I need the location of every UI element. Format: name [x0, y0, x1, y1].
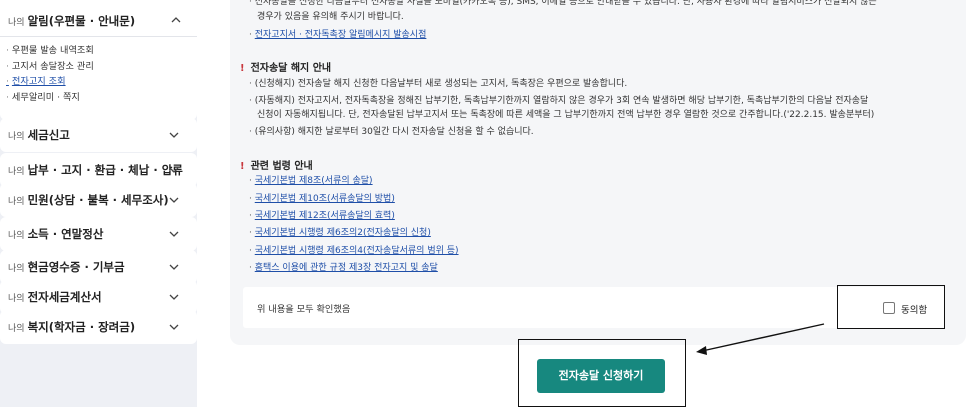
- law-section-title-text: 관련 법령 안내: [250, 161, 313, 172]
- cancel-item-2: (자동해지) 전자고지서, 전자독촉장을 정해진 납부기한, 독촉납부기한까지 …: [249, 95, 869, 109]
- confirm-text: 위 내용을 모두 확인했음: [257, 304, 351, 315]
- law-link-row: 국세기본법 제10조(서류송달의 방법): [249, 193, 395, 207]
- sidebar-item-delivery-address[interactable]: 고지서 송달장소 관리: [6, 59, 94, 75]
- sidebar-group-alerts: 나의 알림(우편물 · 안내문) 우편물 발송 내역조회 고지서 송달장소 관리…: [0, 0, 197, 120]
- sidebar-group-title: 알림(우편물 · 안내문): [27, 14, 136, 28]
- law-section-title: ! 관련 법령 안내: [240, 157, 313, 172]
- cancel-section-title-text: 전자송달 해지 안내: [250, 63, 332, 74]
- sidebar-group-prefix: 나의: [8, 131, 25, 142]
- cancel-item-1: (신청해지) 전자송달 해지 신청한 다음날부터 새로 생성되는 고지서, 독촉…: [249, 78, 628, 92]
- alert-timing-link[interactable]: 전자고지서 · 전자독촉장 알림메시지 발송시점: [255, 30, 427, 40]
- chevron-down-icon[interactable]: [169, 262, 179, 272]
- sidebar-group-prefix: 나의: [8, 263, 25, 274]
- sidebar-group-payment[interactable]: 나의 납부 · 고지 · 환급 · 체납 · 압류: [0, 153, 197, 187]
- intro-link-row: 전자고지서 · 전자독촉장 알림메시지 발송시점: [249, 29, 427, 43]
- sidebar-sub-list: 우편물 발송 내역조회 고지서 송달장소 관리 전자고지 조회 세무알리미 · …: [6, 43, 94, 105]
- chevron-down-icon[interactable]: [169, 130, 179, 140]
- sidebar-item-e-notice[interactable]: 전자고지 조회: [6, 74, 94, 90]
- intro-text-line1: 전자송달을 신청한 다음날부터 전자송달 사실을 모바일(카카오톡 등), SM…: [249, 0, 877, 10]
- sidebar-group-title: 민원(상담 · 불복 · 세무조사): [27, 193, 169, 207]
- sidebar-group-prefix: 나의: [8, 166, 25, 177]
- law-link-5[interactable]: 국세기본법 시행령 제6조의4(전자송달서류의 범위 등): [255, 246, 459, 256]
- section-mark-icon: !: [240, 63, 245, 74]
- law-link-6[interactable]: 홈택스 이용에 관한 규정 제3장 전자고지 및 송달: [255, 263, 438, 273]
- sidebar-group-cash-receipt[interactable]: 나의 현금영수증 · 기부금: [0, 250, 197, 284]
- sidebar-group-prefix: 나의: [8, 323, 25, 334]
- cancel-section-title: ! 전자송달 해지 안내: [240, 59, 331, 74]
- chevron-down-icon[interactable]: [169, 292, 179, 302]
- sidebar-group-e-invoice[interactable]: 나의 전자세금계산서: [0, 280, 197, 314]
- sidebar-group-title: 복지(학자금 · 장려금): [27, 320, 136, 334]
- intro-text-line2: 경우가 있음을 유의해 주시기 바랍니다.: [257, 12, 404, 22]
- law-link-row: 국세기본법 시행령 제6조의4(전자송달서류의 범위 등): [249, 245, 459, 259]
- sidebar: 나의 알림(우편물 · 안내문) 우편물 발송 내역조회 고지서 송달장소 관리…: [0, 0, 197, 407]
- sidebar-group-title: 소득 · 연말정산: [27, 227, 104, 241]
- sidebar-group-alerts-header[interactable]: 나의 알림(우편물 · 안내문): [8, 13, 135, 29]
- chevron-down-icon[interactable]: [169, 322, 179, 332]
- sidebar-group-title: 현금영수증 · 기부금: [27, 260, 125, 274]
- sidebar-group-welfare[interactable]: 나의 복지(학자금 · 장려금): [0, 310, 197, 344]
- divider: [0, 36, 197, 37]
- sidebar-group-prefix: 나의: [8, 17, 25, 28]
- law-link-row: 국세기본법 제8조(서류의 송달): [249, 175, 373, 189]
- apply-e-delivery-button[interactable]: 전자송달 신청하기: [537, 359, 665, 393]
- law-link-row: 국세기본법 제12조(서류송달의 효력): [249, 210, 395, 224]
- sidebar-group-prefix: 나의: [8, 196, 25, 207]
- sidebar-group-tax-filing[interactable]: 나의 세금신고: [0, 118, 197, 152]
- chevron-down-icon[interactable]: [169, 229, 179, 239]
- law-link-3[interactable]: 국세기본법 제12조(서류송달의 효력): [255, 211, 395, 221]
- chevron-down-icon[interactable]: [169, 165, 179, 175]
- sidebar-item-tax-alert[interactable]: 세무알리미 · 쪽지: [6, 90, 94, 106]
- cancel-item-2-cont: 신청이 자동해지됩니다. 단, 전자송달된 납부고지서 또는 독촉장에 따른 세…: [257, 110, 875, 120]
- sidebar-group-civil[interactable]: 나의 민원(상담 · 불복 · 세무조사): [0, 183, 197, 217]
- sidebar-group-title: 전자세금계산서: [27, 290, 102, 304]
- law-link-2[interactable]: 국세기본법 제10조(서류송달의 방법): [255, 194, 395, 204]
- sidebar-group-title: 납부 · 고지 · 환급 · 체납 · 압류: [27, 163, 183, 177]
- chevron-up-icon[interactable]: [171, 16, 181, 24]
- law-link-4[interactable]: 국세기본법 시행령 제6조의2(전자송달의 신청): [255, 228, 431, 238]
- sidebar-group-prefix: 나의: [8, 293, 25, 304]
- section-mark-icon: !: [240, 161, 245, 172]
- law-link-row: 홈택스 이용에 관한 규정 제3장 전자고지 및 송달: [249, 262, 438, 276]
- law-link-1[interactable]: 국세기본법 제8조(서류의 송달): [255, 176, 373, 186]
- sidebar-item-mail-history[interactable]: 우편물 발송 내역조회: [6, 43, 94, 59]
- law-link-row: 국세기본법 시행령 제6조의2(전자송달의 신청): [249, 227, 431, 241]
- sidebar-group-prefix: 나의: [8, 230, 25, 241]
- cancel-item-3: (유의사항) 해지한 날로부터 30일간 다시 전자송달 신청을 할 수 없습니…: [249, 126, 534, 140]
- chevron-down-icon[interactable]: [169, 195, 179, 205]
- sidebar-group-income[interactable]: 나의 소득 · 연말정산: [0, 217, 197, 251]
- highlight-box-agree: [837, 285, 945, 329]
- sidebar-group-title: 세금신고: [27, 128, 70, 142]
